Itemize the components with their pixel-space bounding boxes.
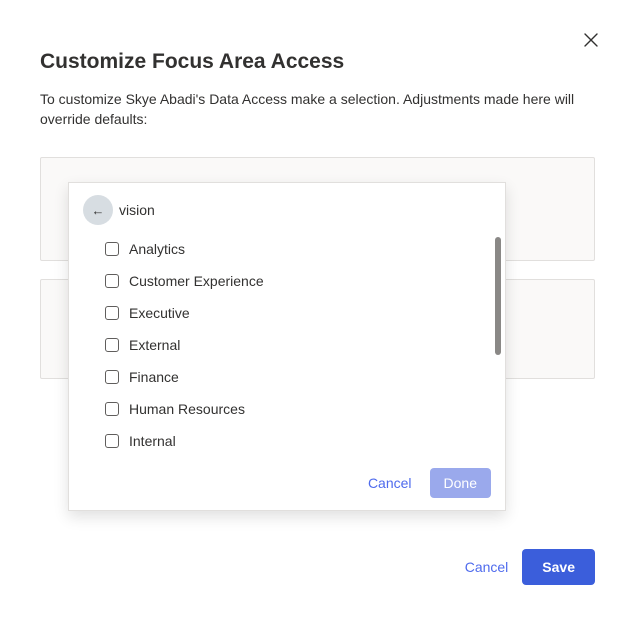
cancel-button[interactable]: Cancel <box>465 559 509 575</box>
dialog-container: Customize Focus Area Access To customize… <box>0 0 635 625</box>
checkbox[interactable] <box>105 242 119 256</box>
list-item-label: Human Resources <box>129 401 245 417</box>
checkbox[interactable] <box>105 274 119 288</box>
list-item[interactable]: Human Resources <box>105 393 491 425</box>
close-button[interactable] <box>579 28 603 52</box>
dialog-footer: Cancel Save <box>465 549 595 585</box>
dropdown-popup: ← vision Analytics Customer Experience E… <box>68 182 506 511</box>
checkbox[interactable] <box>105 338 119 352</box>
list-item[interactable]: External <box>105 329 491 361</box>
list-item-label: Analytics <box>129 241 185 257</box>
list-item[interactable]: Finance <box>105 361 491 393</box>
dropdown-header: ← vision <box>69 183 505 233</box>
list-item[interactable]: Internal <box>105 425 491 455</box>
save-button[interactable]: Save <box>522 549 595 585</box>
close-icon <box>584 33 598 47</box>
list-item[interactable]: Analytics <box>105 233 491 265</box>
dropdown-header-label: vision <box>119 202 155 218</box>
list-item-label: Executive <box>129 305 190 321</box>
checkbox[interactable] <box>105 402 119 416</box>
arrow-left-icon: ← <box>92 204 105 217</box>
dropdown-list-container: Analytics Customer Experience Executive … <box>69 233 505 455</box>
back-button[interactable]: ← <box>83 195 113 225</box>
list-item[interactable]: Customer Experience <box>105 265 491 297</box>
checkbox[interactable] <box>105 370 119 384</box>
dialog-description: To customize Skye Abadi's Data Access ma… <box>40 90 580 129</box>
list-item-label: Internal <box>129 433 176 449</box>
list-item-label: Customer Experience <box>129 273 264 289</box>
list-item-label: External <box>129 337 180 353</box>
checkbox[interactable] <box>105 434 119 448</box>
dropdown-footer: Cancel Done <box>69 455 505 510</box>
checkbox[interactable] <box>105 306 119 320</box>
list-item-label: Finance <box>129 369 179 385</box>
dropdown-cancel-button[interactable]: Cancel <box>360 469 420 497</box>
dialog-title: Customize Focus Area Access <box>40 50 595 74</box>
list-item[interactable]: Executive <box>105 297 491 329</box>
dropdown-done-button[interactable]: Done <box>430 468 491 498</box>
scrollbar-thumb[interactable] <box>495 237 501 355</box>
